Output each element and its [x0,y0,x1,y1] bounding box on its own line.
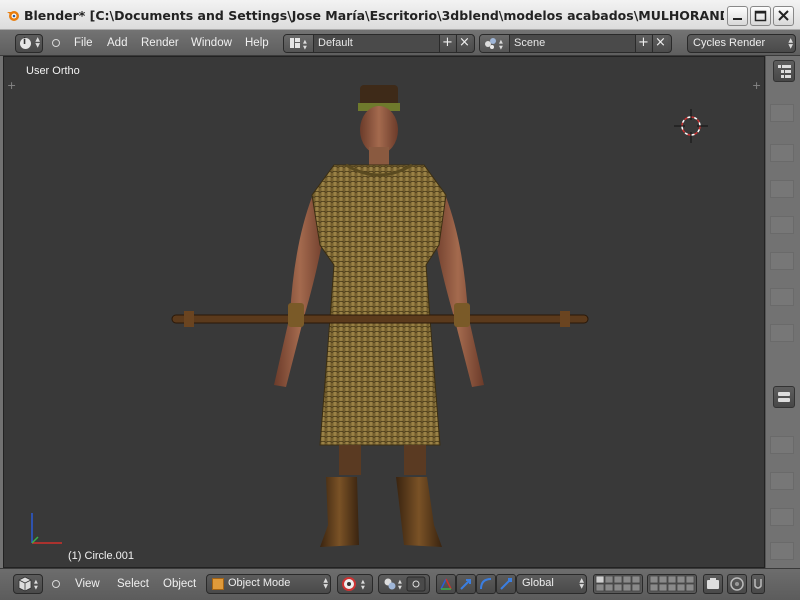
menu-window[interactable]: Window [191,37,232,49]
menu-select[interactable]: Select [117,578,149,590]
editor-type-selector[interactable]: ▲▼ [13,574,43,594]
active-object-label: (1) Circle.001 [68,550,135,562]
collapse-menus-toggle[interactable] [52,580,60,588]
scale-icon [500,578,512,590]
properties-tab[interactable] [773,386,795,408]
menu-object[interactable]: Object [163,578,196,590]
3d-cursor-icon[interactable] [672,107,712,147]
side-panel-slot [770,542,794,560]
translate-arrow-icon [460,579,471,590]
maximize-button[interactable] [750,6,771,26]
collapse-menus-toggle[interactable] [52,39,60,47]
maximize-icon [754,10,767,22]
viewport-shading-selector[interactable]: ▲ ▼ [337,574,373,594]
side-panel-slot [770,472,794,490]
side-panel-slot [770,252,794,270]
render-engine-selector[interactable]: Cycles Render ▲ ▼ [687,34,796,53]
menu-render[interactable]: Render [141,37,179,49]
toolshelf-toggle-icon[interactable]: + [7,79,16,92]
info-icon [20,37,31,49]
outliner-tab[interactable] [773,60,795,82]
scene-icon: ▲▼ [485,38,503,51]
updown-arrows-icon: ▲ ▼ [579,577,584,590]
menu-help[interactable]: Help [245,37,269,49]
menu-view[interactable]: View [75,578,100,590]
layout-grid-icon: ▲▼ [290,38,307,51]
scene-selector: ▲ ▼ Scene + × [479,34,672,53]
close-button[interactable] [773,6,794,26]
rotate-manipulator-button[interactable] [476,574,496,594]
properties-region-strip [765,56,800,568]
layout-name-field[interactable]: Default [314,35,439,52]
transform-orientation-selector[interactable]: Global ▲ ▼ [516,574,587,594]
view-name-label: User Ortho [26,65,80,77]
scene-browse-button[interactable]: ▲ ▼ [480,35,510,52]
rotate-arc-icon [480,578,492,590]
close-icon [778,10,789,21]
scene-add-button[interactable]: + [635,35,651,52]
pivot-icon: ▲▼ [384,576,426,592]
side-panel-slot [770,436,794,454]
svg-text:▼: ▼ [303,45,307,51]
interaction-mode-label: Object Mode [228,577,291,589]
svg-text:▼: ▼ [34,585,38,591]
manipulator-axes-icon [440,578,452,590]
layout-delete-button[interactable]: × [456,35,472,52]
layer-buttons-icon [595,575,641,592]
window-title: Blender* [C:\Documents and Settings\Jose… [24,8,724,23]
3d-view-cube-icon: ▲▼ [18,576,38,592]
layers-grid-1[interactable] [593,574,643,594]
character-model[interactable] [164,85,604,555]
layout-browse-button[interactable]: ▲ ▼ [284,35,314,52]
shading-sphere-icon: ▲▼ [342,577,365,591]
side-panel-slot [770,144,794,162]
layer-buttons-icon [649,575,695,592]
interaction-mode-selector[interactable]: Object Mode ▲ ▼ [206,574,331,594]
svg-text:▼: ▼ [499,45,503,51]
minimize-button[interactable] [727,6,748,26]
scale-manipulator-button[interactable] [496,574,516,594]
transform-orientation-label: Global [522,577,554,589]
layers-grid-2[interactable] [647,574,697,594]
lock-layers-button[interactable] [703,574,723,594]
axis-gizmo-icon [31,513,62,544]
object-mode-icon [212,578,224,590]
properties-toggle-icon[interactable]: + [752,79,761,92]
svg-text:▼: ▼ [398,585,402,591]
layout-add-button[interactable]: + [439,35,455,52]
translate-manipulator-button[interactable] [456,574,476,594]
side-panel-slot [770,288,794,306]
updown-arrows-icon: ▲ ▼ [788,37,793,50]
snap-magnet-icon [754,579,762,589]
minimize-icon [733,18,742,20]
menu-file[interactable]: File [74,37,93,49]
render-engine-label: Cycles Render [693,37,766,49]
blender-window: Blender* [C:\Documents and Settings\Jose… [0,0,800,600]
proportional-circle-icon [730,577,744,591]
title-bar: Blender* [C:\Documents and Settings\Jose… [0,0,800,30]
menu-add[interactable]: Add [107,37,127,49]
svg-text:▼: ▼ [361,585,365,591]
snap-toggle[interactable] [751,574,765,594]
scene-delete-button[interactable]: × [652,35,668,52]
lock-camera-icon [707,578,719,589]
side-panel-slot [770,104,794,122]
blender-logo-icon [7,11,19,21]
updown-arrows-icon: ▲ ▼ [35,36,40,49]
side-panel-slot [770,324,794,342]
properties-icon [778,392,790,402]
proportional-editing-button[interactable] [727,574,747,594]
side-panel-slot [770,216,794,234]
manipulator-toggle[interactable] [436,574,456,594]
editor-type-selector[interactable]: ▲▼ [15,34,43,53]
3d-viewport[interactable]: User Ortho + + (1) Circle.001 [3,56,765,568]
side-panel-slot [770,180,794,198]
3d-view-header: ▲ ▼ View Select Object Object Mode ▲ ▼ ▲ ▼ … [0,568,800,600]
outliner-icon [778,65,791,78]
pivot-point-selector[interactable]: ▲ ▼ [378,574,430,594]
screen-layout-selector: ▲ ▼ Default + × [283,34,475,53]
side-panel-slot [770,508,794,526]
updown-arrows-icon: ▲ ▼ [323,577,328,590]
scene-name-field[interactable]: Scene [510,35,635,52]
